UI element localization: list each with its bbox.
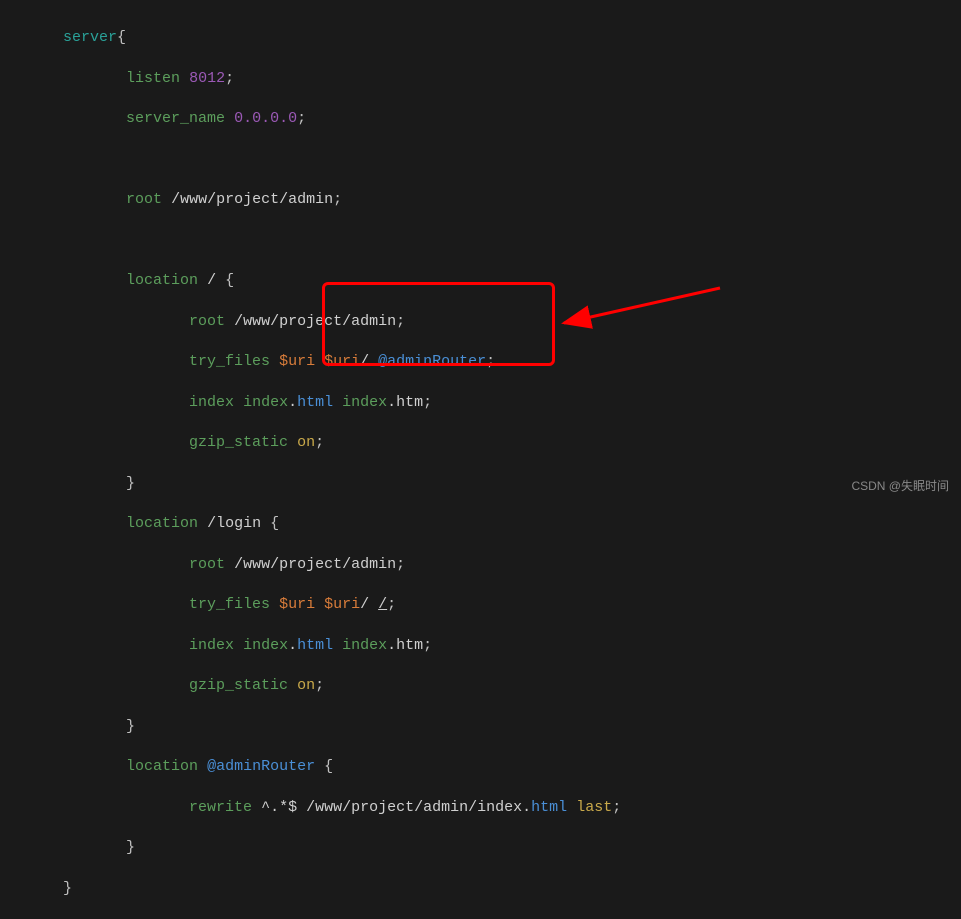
port-number: 8012 [189, 70, 225, 87]
code-line: root /www/project/admin; [0, 555, 961, 575]
code-line: try_files $uri $uri/ @adminRouter; [0, 352, 961, 372]
code-line: server{ [0, 28, 961, 48]
keyword-location: location [126, 272, 198, 289]
keyword-root: root [189, 313, 225, 330]
variable-uri: $uri [324, 353, 360, 370]
keyword-tryfiles: try_files [189, 353, 270, 370]
keyword-gzip: gzip_static [189, 677, 288, 694]
path: /www/project/admin [234, 313, 396, 330]
keyword-index: index [189, 394, 234, 411]
path: /www/project/admin/index [306, 799, 522, 816]
code-line: root /www/project/admin; [0, 312, 961, 332]
code-line: gzip_static on; [0, 676, 961, 696]
path: /www/project/admin [234, 556, 396, 573]
watermark-text: CSDN @失眠时间 [851, 478, 949, 494]
code-line: root /www/project/admin; [0, 190, 961, 210]
value-last: last [576, 799, 612, 816]
path-login: /login [207, 515, 261, 532]
code-line [0, 231, 961, 251]
code-line: } [0, 879, 961, 899]
keyword-location: location [126, 515, 198, 532]
code-line: index index.html index.htm; [0, 636, 961, 656]
keyword-listen: listen [126, 70, 180, 87]
keyword-location: location [126, 758, 198, 775]
variable-uri: $uri [279, 353, 315, 370]
keyword-server: server [63, 29, 117, 46]
keyword-root: root [126, 191, 162, 208]
named-location: @adminRouter [378, 353, 486, 370]
path: /www/project/admin [171, 191, 333, 208]
code-line [0, 150, 961, 170]
value-on: on [297, 677, 315, 694]
ip-address: 0.0.0.0 [234, 110, 297, 127]
variable-uri: $uri [324, 596, 360, 613]
cursor-position: / [378, 596, 387, 613]
code-line: } [0, 717, 961, 737]
code-line: server_name 0.0.0.0; [0, 109, 961, 129]
keyword-tryfiles: try_files [189, 596, 270, 613]
variable-uri: $uri [279, 596, 315, 613]
value-on: on [297, 434, 315, 451]
code-line: } [0, 838, 961, 858]
code-line: gzip_static on; [0, 433, 961, 453]
code-line: rewrite ^.*$ /www/project/admin/index.ht… [0, 798, 961, 818]
keyword-rewrite: rewrite [189, 799, 252, 816]
keyword-root: root [189, 556, 225, 573]
keyword-servername: server_name [126, 110, 225, 127]
code-line: location / { [0, 271, 961, 291]
keyword-index: index [189, 637, 234, 654]
regex: ^.*$ [261, 799, 297, 816]
code-line: listen 8012; [0, 69, 961, 89]
code-line: } [0, 474, 961, 494]
code-line: try_files $uri $uri/ /; [0, 595, 961, 615]
keyword-gzip: gzip_static [189, 434, 288, 451]
code-line: index index.html index.htm; [0, 393, 961, 413]
named-location: @adminRouter [207, 758, 315, 775]
code-line: location /login { [0, 514, 961, 534]
code-block: server{ listen 8012; server_name 0.0.0.0… [0, 0, 961, 919]
code-line: location @adminRouter { [0, 757, 961, 777]
